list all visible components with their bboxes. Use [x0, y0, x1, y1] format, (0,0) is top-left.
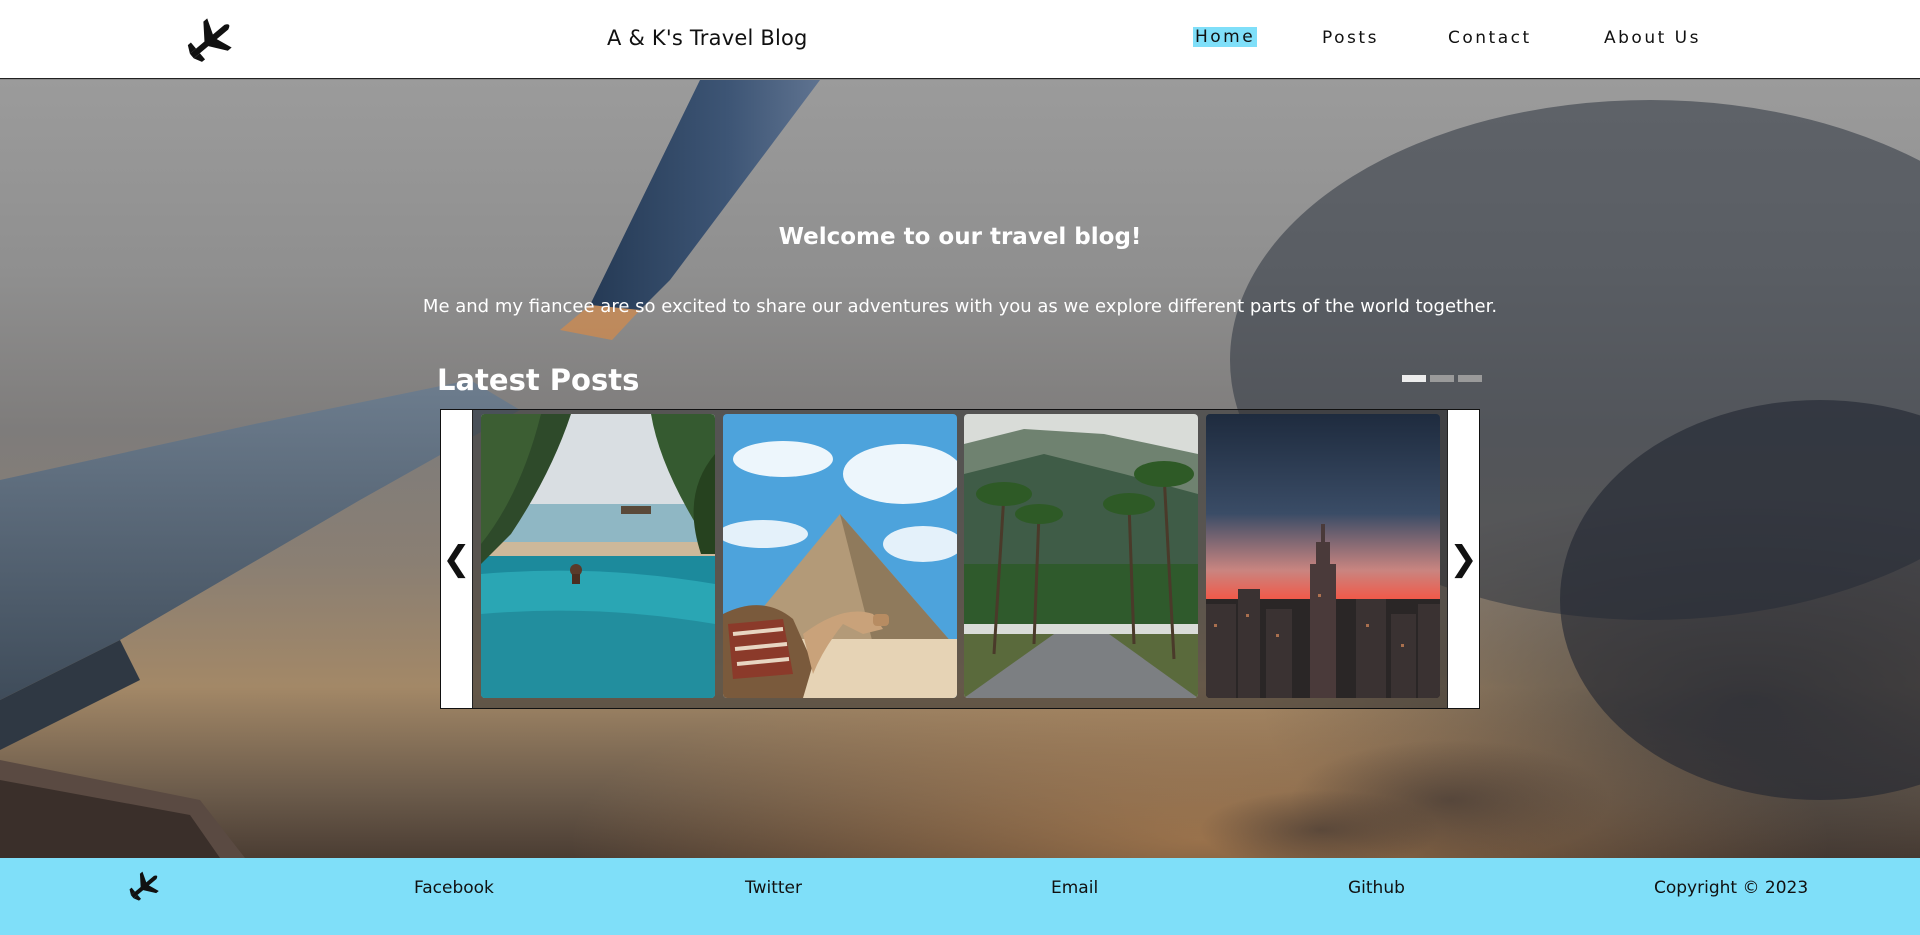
chevron-left-icon: ❮: [442, 539, 471, 579]
carousel-indicator-3[interactable]: [1458, 375, 1482, 382]
airplane-icon[interactable]: [127, 868, 163, 904]
latest-posts-heading: Latest Posts: [437, 363, 640, 397]
post-card-2[interactable]: [723, 414, 957, 698]
carousel-indicator-2[interactable]: [1430, 375, 1454, 382]
airplane-icon[interactable]: [184, 14, 238, 66]
city-skyline-sunset-photo: [1206, 414, 1440, 698]
carousel-indicator-1[interactable]: [1402, 375, 1426, 382]
nav-posts-link[interactable]: Posts: [1322, 28, 1379, 48]
footer-facebook-link[interactable]: Facebook: [414, 878, 494, 898]
post-card-3[interactable]: [964, 414, 1198, 698]
carousel-next-button[interactable]: ❯: [1447, 410, 1479, 708]
copyright-text: Copyright © 2023: [1654, 878, 1809, 898]
post-card-1[interactable]: [481, 414, 715, 698]
site-header: A & K's Travel Blog Home Posts Contact A…: [0, 0, 1920, 79]
welcome-heading: Welcome to our travel blog!: [778, 224, 1142, 250]
footer-github-link[interactable]: Github: [1348, 878, 1405, 898]
intro-text: Me and my fiancee are so excited to shar…: [422, 296, 1498, 317]
site-title: A & K's Travel Blog: [607, 26, 808, 50]
nav-about-link[interactable]: About Us: [1604, 28, 1701, 48]
chevron-right-icon: ❯: [1449, 539, 1478, 579]
site-footer: Facebook Twitter Email Github Copyright …: [0, 858, 1920, 935]
footer-email-link[interactable]: Email: [1051, 878, 1098, 898]
carousel-indicators: [1402, 375, 1482, 382]
posts-carousel: ❮ ❯: [440, 409, 1480, 709]
pyramid-camel-photo: [723, 414, 957, 698]
footer-twitter-link[interactable]: Twitter: [745, 878, 802, 898]
palm-road-mountains-photo: [964, 414, 1198, 698]
post-card-4[interactable]: [1206, 414, 1440, 698]
nav-home-link[interactable]: Home: [1193, 27, 1258, 47]
nav-contact-link[interactable]: Contact: [1448, 28, 1532, 48]
hero-background: Welcome to our travel blog! Me and my fi…: [0, 80, 1920, 858]
carousel-prev-button[interactable]: ❮: [441, 410, 473, 708]
infinity-pool-beach-photo: [481, 414, 715, 698]
